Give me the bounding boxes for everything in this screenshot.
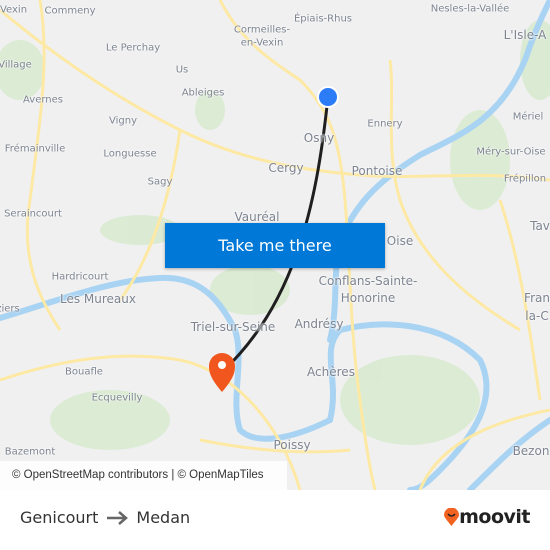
moovit-pin-icon <box>444 508 460 526</box>
place-label: Longuesse <box>103 148 157 160</box>
place-label: Méry-sur-Oise <box>476 146 546 158</box>
place-label: Les Mureaux <box>60 292 136 306</box>
moovit-logo[interactable]: moovit <box>444 506 530 528</box>
map-attribution[interactable]: © OpenStreetMap contributors | © OpenMap… <box>0 461 287 490</box>
destination-marker <box>209 353 235 392</box>
place-label: Pontoise <box>351 164 403 178</box>
place-label: Ennery <box>367 118 403 130</box>
place-label: Triel-sur-Seine <box>190 320 276 334</box>
place-label: Seraincourt <box>4 208 62 220</box>
route-summary: Genicourt Medan <box>20 508 190 527</box>
place-label: Achères <box>307 365 355 379</box>
place-label: Le Perchay <box>105 42 161 54</box>
moovit-wordmark: moovit <box>459 506 530 528</box>
place-label: Frépillon <box>503 173 547 185</box>
place-label: Mériel <box>512 111 544 123</box>
footer: Genicourt Medan moovit <box>0 490 550 550</box>
place-label: Bazemont <box>4 446 56 458</box>
place-label: Vauréal <box>234 210 280 224</box>
place-label: Épiais-Rhus <box>293 13 353 25</box>
place-label: Us <box>175 64 189 76</box>
place-label: Andrésy <box>294 317 344 331</box>
place-label: Vigny <box>108 115 138 127</box>
place-label: Avernes <box>23 94 63 106</box>
place-label: Cergy <box>268 161 304 175</box>
place-label: Bouafle <box>65 366 103 378</box>
place-label: Bezon <box>512 444 550 458</box>
map[interactable]: -Vexin Commeny Épiais-Rhus Nesles-la-Vallée… <box>0 0 550 490</box>
place-label: Osny <box>303 131 335 145</box>
place-label: Ableiges <box>181 87 225 99</box>
place-label: Ecquevilly <box>91 392 143 404</box>
place-label: L'Isle-A <box>503 28 547 42</box>
place-label: Conflans-Sainte- <box>318 274 418 288</box>
place-label: la-C <box>525 309 549 323</box>
place-label: Oise <box>386 234 414 248</box>
origin-marker <box>317 86 339 108</box>
place-label: Sagy <box>147 176 173 188</box>
place-label: en-Vexin <box>240 37 284 49</box>
take-me-there-button[interactable]: Take me there <box>165 223 385 268</box>
place-label: Commeny <box>44 5 96 17</box>
place-label: -Vexin <box>0 4 28 16</box>
place-label: Tav <box>530 219 550 233</box>
origin-name: Genicourt <box>20 508 99 527</box>
place-label: Poissy <box>273 438 311 452</box>
place-label: Nesles-la-Vallée <box>430 3 510 15</box>
place-label: Honorine <box>340 291 396 305</box>
place-label: Fran <box>524 291 550 305</box>
place-label: Frémainville <box>4 143 66 155</box>
place-label: Village <box>0 59 32 71</box>
place-label: Cormeilles- <box>233 24 291 36</box>
place-label: ziers <box>0 303 20 315</box>
arrow-right-icon <box>107 510 129 525</box>
destination-name: Medan <box>136 508 191 527</box>
place-label: Hardricourt <box>51 271 109 283</box>
